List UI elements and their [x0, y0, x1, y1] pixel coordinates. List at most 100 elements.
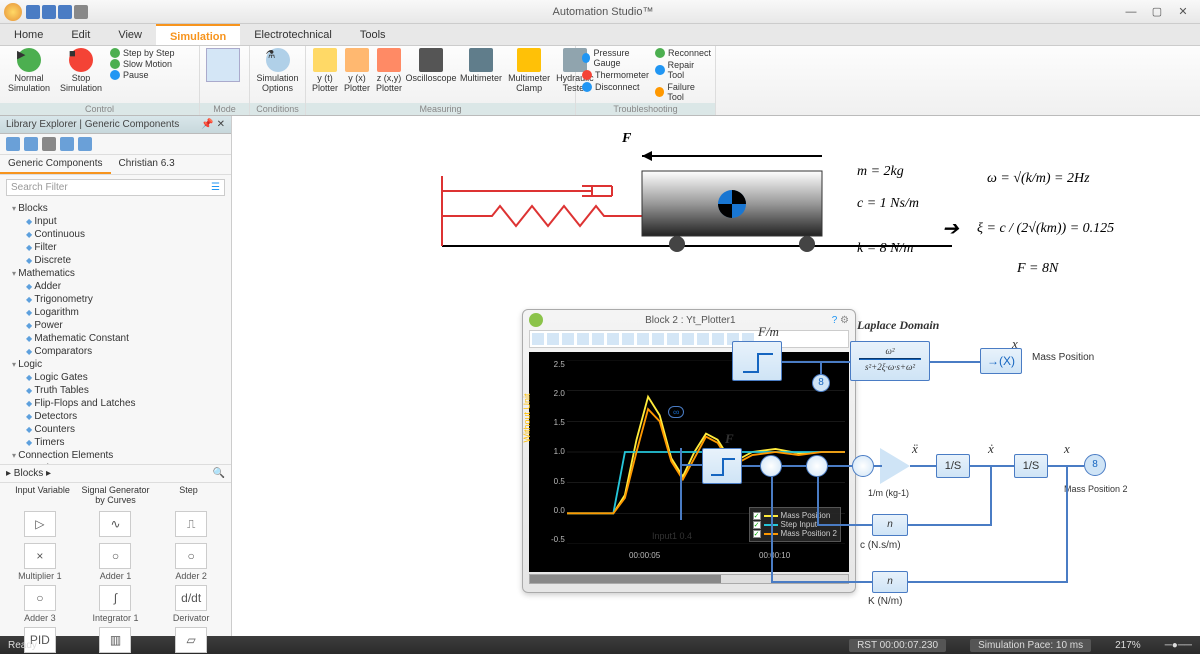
diagram-canvas[interactable]: F m = 2kg c = 1 Ns/m k = 8 N/m ➔ ω = √(k… [232, 116, 1200, 636]
tree-item[interactable]: Detectors [4, 410, 227, 423]
tree-item[interactable]: Truth Tables [4, 384, 227, 397]
qat-icon[interactable] [58, 5, 72, 19]
sum-node-1[interactable] [760, 455, 782, 477]
palette-item[interactable]: ⎍ [155, 511, 227, 539]
tree-item[interactable]: Adder [4, 280, 227, 293]
pause-button[interactable]: Pause [110, 70, 175, 80]
close-button[interactable]: ✕ [1170, 3, 1196, 21]
multimeter-clamp-button[interactable]: Multimeter Clamp [508, 48, 550, 94]
thermometer-button[interactable]: Thermometer [582, 70, 649, 80]
tab-view[interactable]: View [104, 24, 156, 45]
tree-item[interactable]: Counters [4, 423, 227, 436]
yt-plotter-button[interactable]: y (t) Plotter [312, 48, 338, 94]
component-tree[interactable]: Blocks Input Continuous Filter Discrete … [0, 200, 231, 465]
tree-item[interactable]: Logic Gates [4, 371, 227, 384]
tree-item[interactable]: Logarithm [4, 306, 227, 319]
oscilloscope-button[interactable]: Oscilloscope [408, 48, 454, 84]
palette-item[interactable]: ▱ [155, 627, 227, 655]
palette-item[interactable]: ▷ [4, 511, 76, 539]
chart-yticks: 2.52.01.51.00.50.0-0.5 [551, 360, 565, 544]
help-icon[interactable]: ? [832, 315, 838, 326]
sidebar-toolbar[interactable] [0, 134, 231, 155]
plotter-toolbar[interactable] [529, 330, 849, 348]
qat-icon[interactable] [42, 5, 56, 19]
zxy-plotter-button[interactable]: z (x,y) Plotter [376, 48, 402, 94]
palette-item[interactable]: ∿ [80, 511, 152, 539]
repair-tool-button[interactable]: Repair Tool [655, 60, 711, 80]
sum-node-2[interactable] [806, 455, 828, 477]
tree-conn[interactable]: Connection Elements [4, 449, 227, 462]
tree-math[interactable]: Mathematics [4, 267, 227, 280]
step-by-step-button[interactable]: Step by Step [110, 48, 175, 58]
palette-item[interactable]: ×Multiplier 1 [4, 543, 76, 581]
search-input[interactable]: Search Filter☰ [6, 179, 225, 196]
stop-sim-button[interactable]: ■Stop Simulation [58, 48, 104, 94]
output-block[interactable]: →(X) [980, 348, 1022, 374]
k-gain-block[interactable]: n [872, 571, 908, 593]
disconnect-button[interactable]: Disconnect [582, 82, 649, 92]
tab-home[interactable]: Home [0, 24, 57, 45]
palette-item[interactable]: d/dtDerivator [155, 585, 227, 623]
transfer-fn-block[interactable]: ω²s²+2ξ·ω·s+ω² [850, 341, 930, 381]
tree-blocks[interactable]: Blocks [4, 202, 227, 215]
search-icon[interactable]: ☰ [211, 182, 220, 193]
tree-logic[interactable]: Logic [4, 358, 227, 371]
quick-access-toolbar[interactable] [26, 5, 88, 19]
tree-item[interactable]: Filter [4, 241, 227, 254]
failure-tool-button[interactable]: Failure Tool [655, 82, 711, 102]
yx-plotter-button[interactable]: y (x) Plotter [344, 48, 370, 94]
input1-label: Input1 0.4 [652, 531, 692, 541]
minimize-button[interactable]: — [1118, 3, 1144, 21]
search-icon[interactable]: 🔍 [213, 468, 225, 479]
palette-item[interactable]: ∫Integrator 1 [80, 585, 152, 623]
power-icon[interactable] [529, 313, 543, 327]
tree-item[interactable]: Timers [4, 436, 227, 449]
sidebar-pin-icon[interactable]: 📌 ✕ [201, 119, 225, 130]
multimeter-button[interactable]: Multimeter [460, 48, 502, 84]
sum-node-3[interactable] [852, 455, 874, 477]
group-conditions-label: Conditions [250, 103, 305, 115]
step-block[interactable] [732, 341, 782, 381]
palette-item[interactable]: ▥ [80, 627, 152, 655]
tab-edit[interactable]: Edit [57, 24, 104, 45]
sim-options-button[interactable]: ⚗Simulation Options [256, 48, 299, 94]
step-block-2[interactable] [702, 448, 742, 484]
scope-icon-2[interactable]: 8 [1084, 454, 1106, 476]
tree-item[interactable]: Input [4, 215, 227, 228]
palette-breadcrumb[interactable]: ▸ Blocks ▸🔍 [0, 465, 231, 483]
tree-item[interactable]: Flip-Flops and Latches [4, 397, 227, 410]
status-pace: Simulation Pace: 10 ms [970, 639, 1091, 652]
settings-icon[interactable]: ⚙ [840, 315, 849, 326]
scope-icon[interactable]: 8 [812, 374, 830, 392]
eq-c: c = 1 Ns/m [857, 196, 919, 212]
tree-item[interactable]: Trigonometry [4, 293, 227, 306]
palette-item[interactable]: ○Adder 2 [155, 543, 227, 581]
slow-motion-button[interactable]: Slow Motion [110, 59, 175, 69]
integrator-1[interactable]: 1/S [936, 454, 970, 478]
tree-item[interactable]: Power [4, 319, 227, 332]
sidebar-tab-generic[interactable]: Generic Components [0, 155, 111, 174]
tree-item[interactable]: Discrete [4, 254, 227, 267]
mode-icon[interactable] [206, 48, 240, 82]
tab-tools[interactable]: Tools [346, 24, 400, 45]
reconnect-button[interactable]: Reconnect [655, 48, 711, 58]
pressure-gauge-button[interactable]: Pressure Gauge [582, 48, 649, 68]
c-gain-block[interactable]: n [872, 514, 908, 536]
normal-sim-button[interactable]: ▶Normal Simulation [6, 48, 52, 94]
tab-simulation[interactable]: Simulation [156, 24, 240, 45]
qat-icon[interactable] [26, 5, 40, 19]
tree-item[interactable]: Comparators [4, 345, 227, 358]
palette-item[interactable]: ○Adder 1 [80, 543, 152, 581]
qat-icon[interactable] [74, 5, 88, 19]
maximize-button[interactable]: ▢ [1144, 3, 1170, 21]
yt-plotter-window[interactable]: Block 2 : Yt_Plotter1 ? ⚙ Without Unit 2… [522, 309, 856, 593]
integrator-2[interactable]: 1/S [1014, 454, 1048, 478]
group-control-label: Control [0, 103, 199, 115]
status-zoom[interactable]: 217% [1115, 640, 1141, 651]
tree-item[interactable]: Mathematic Constant [4, 332, 227, 345]
sidebar-tab-christian[interactable]: Christian 6.3 [111, 155, 183, 174]
zoom-slider[interactable]: ─●── [1165, 640, 1192, 651]
palette-item[interactable]: ○Adder 3 [4, 585, 76, 623]
tab-electro[interactable]: Electrotechnical [240, 24, 346, 45]
tree-item[interactable]: Continuous [4, 228, 227, 241]
